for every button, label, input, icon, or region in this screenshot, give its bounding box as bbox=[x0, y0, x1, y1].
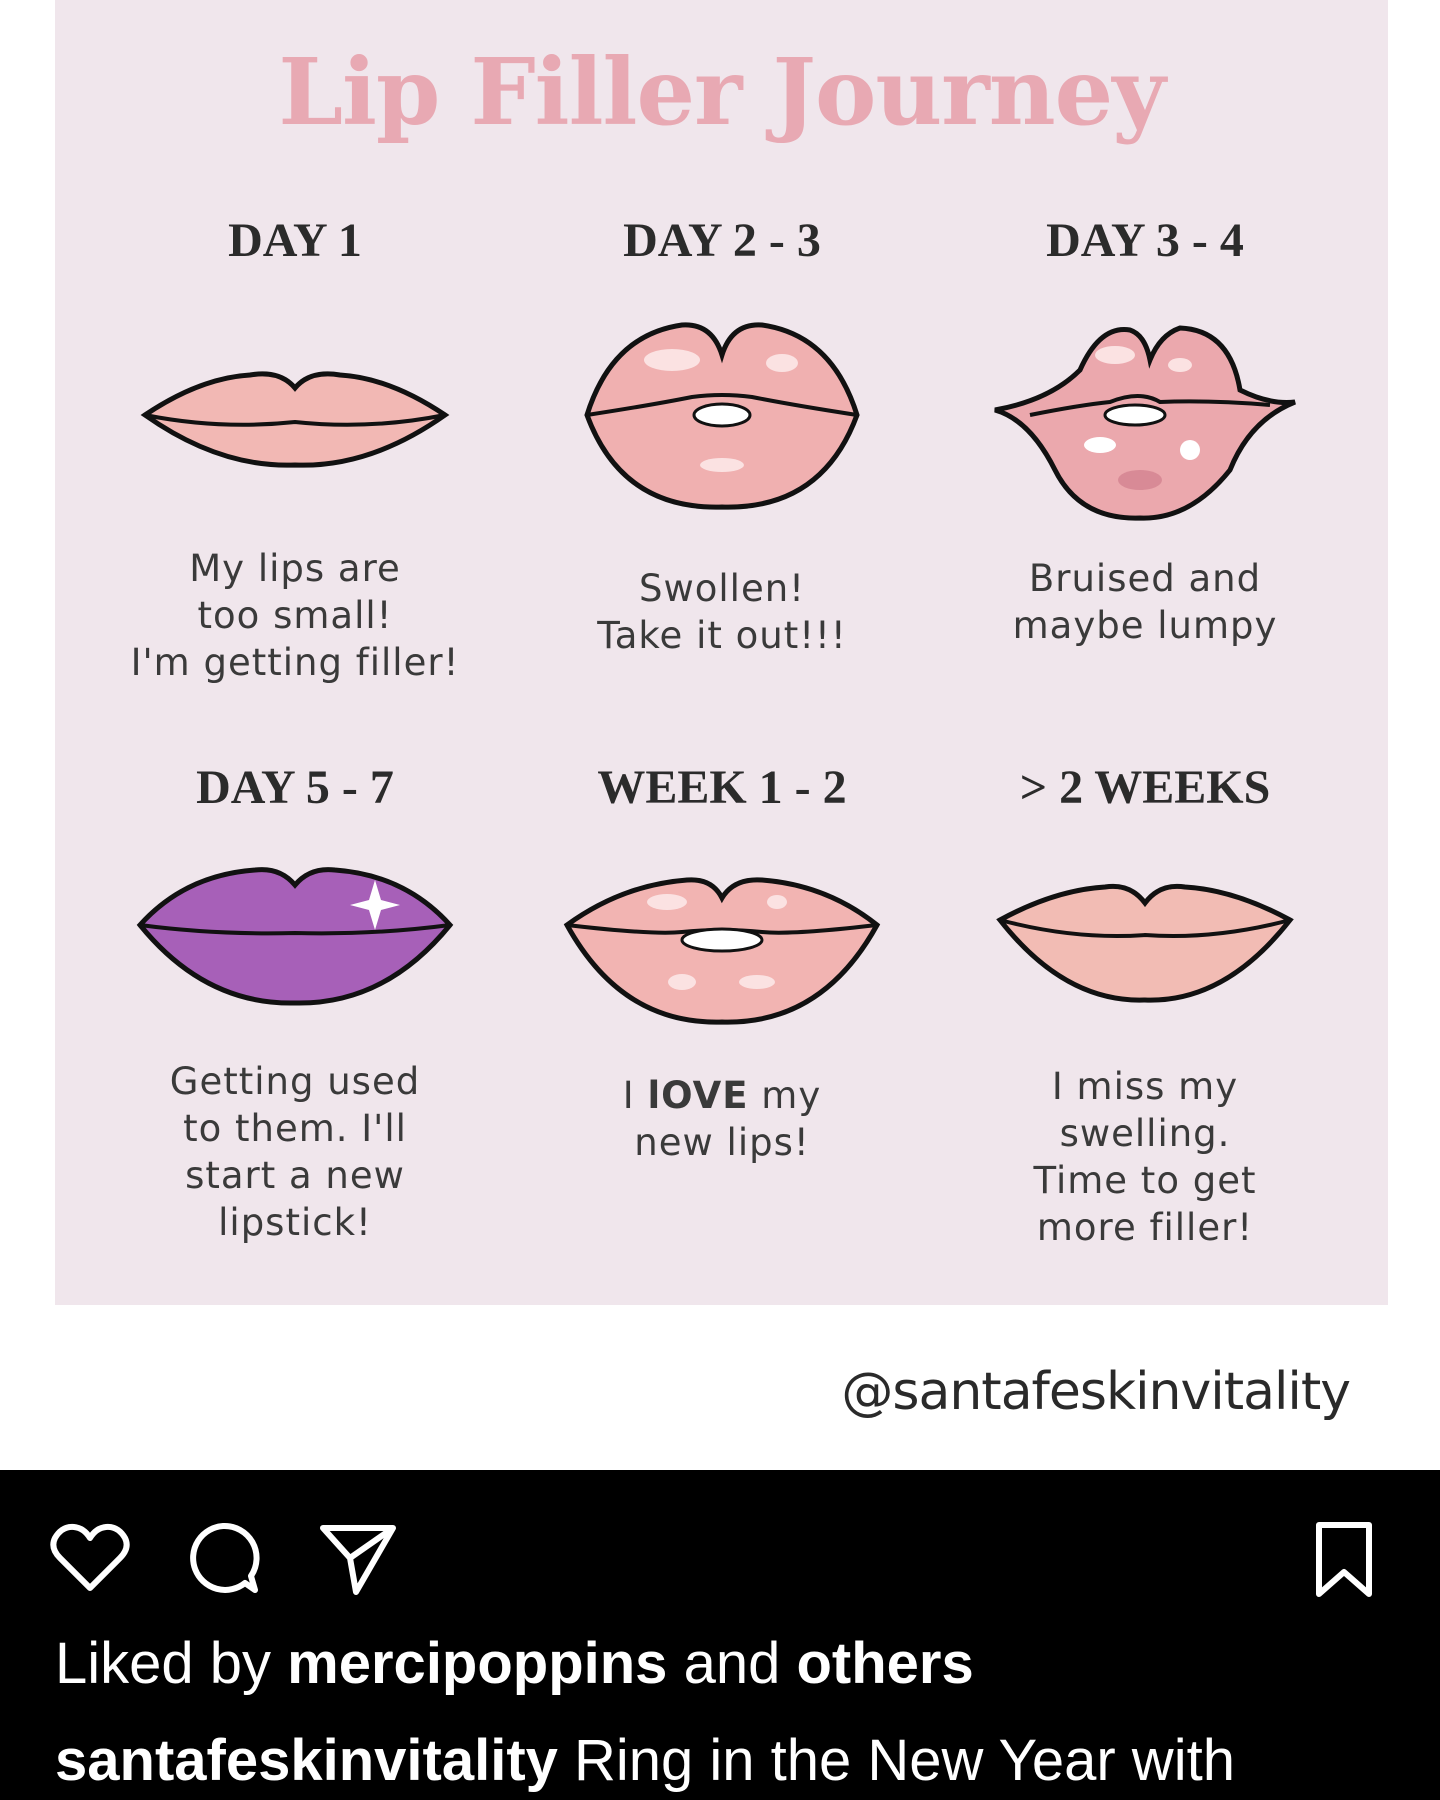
stage-label: DAY 3 - 4 bbox=[1046, 214, 1244, 267]
stage-caption: Bruised and maybe lumpy bbox=[1012, 557, 1278, 647]
stage-label: DAY 5 - 7 bbox=[196, 761, 394, 814]
bookmark-icon[interactable] bbox=[1313, 1520, 1375, 1600]
post-image[interactable]: Lip Filler Journey DAY 1 My lips are too… bbox=[0, 0, 1440, 1470]
caption-username[interactable]: santafeskinvitality bbox=[55, 1728, 558, 1793]
infographic-card: Lip Filler Journey DAY 1 My lips are too… bbox=[55, 0, 1388, 1305]
lips-healed-glossy-illustration bbox=[563, 877, 881, 1025]
watermark-handle: @santafeskinvitality bbox=[841, 1362, 1351, 1422]
stage-caption: Swollen! Take it out!!! bbox=[597, 567, 847, 657]
lips-bruised-illustration bbox=[994, 325, 1296, 521]
stage-caption: Getting used to them. I'll start a new l… bbox=[169, 1060, 421, 1244]
lips-thin-illustration bbox=[140, 371, 450, 468]
liker-username[interactable]: mercipoppins bbox=[287, 1631, 667, 1696]
stage-caption: My lips are too small! I'm getting fille… bbox=[130, 547, 460, 684]
stage-caption: I miss my swelling. Time to get more fil… bbox=[1033, 1065, 1257, 1249]
stage-caption: I lOVE my new lips! bbox=[622, 1074, 822, 1164]
infographic-title: Lip Filler Journey bbox=[278, 38, 1165, 146]
likes-summary: Liked by mercipoppins and others bbox=[55, 1631, 974, 1696]
stage-label: > 2 WEEKS bbox=[1019, 761, 1271, 814]
lips-lipstick-illustration bbox=[136, 867, 454, 1006]
stage-label: WEEK 1 - 2 bbox=[597, 761, 847, 814]
stage-label: DAY 1 bbox=[228, 214, 362, 267]
post-caption: santafeskinvitality Ring in the New Year… bbox=[55, 1728, 1235, 1793]
lips-deflated-illustration bbox=[996, 883, 1294, 1003]
share-icon[interactable] bbox=[318, 1520, 398, 1598]
heart-icon[interactable] bbox=[50, 1522, 130, 1594]
comment-icon[interactable] bbox=[185, 1520, 261, 1596]
stage-label: DAY 2 - 3 bbox=[623, 214, 821, 267]
lips-swollen-illustration bbox=[584, 322, 860, 510]
post-action-bar: Liked by mercipoppins and others santafe… bbox=[0, 1470, 1440, 1800]
likes-others-link[interactable]: others bbox=[796, 1631, 973, 1696]
